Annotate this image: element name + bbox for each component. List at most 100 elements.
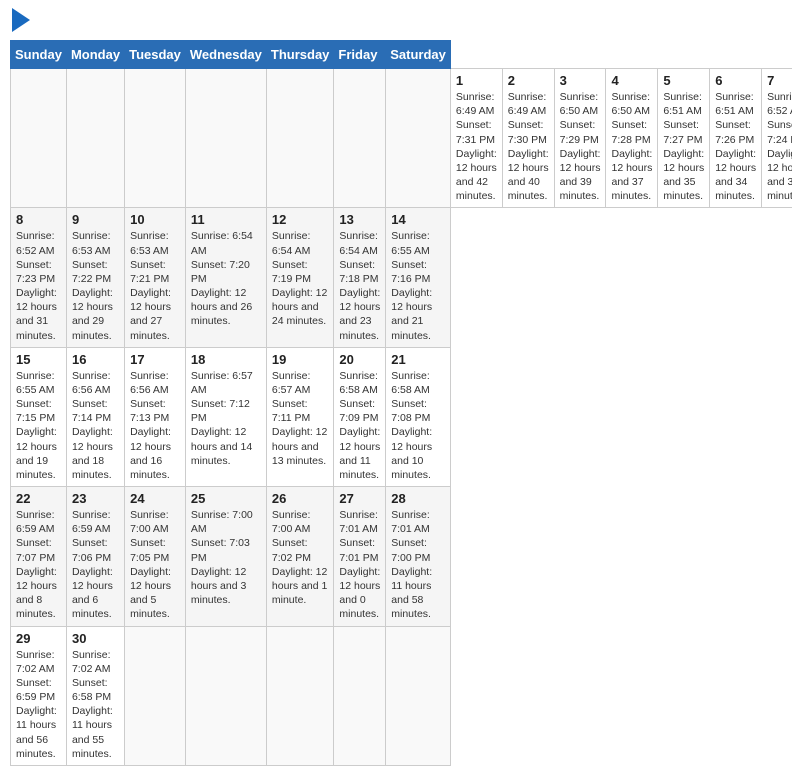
day-number: 10: [130, 212, 180, 227]
calendar-cell: [266, 69, 334, 208]
day-number: 12: [272, 212, 329, 227]
day-info: Sunrise: 6:50 AM Sunset: 7:28 PM Dayligh…: [611, 90, 652, 203]
day-number: 17: [130, 352, 180, 367]
day-info: Sunrise: 7:00 AM Sunset: 7:05 PM Dayligh…: [130, 508, 180, 621]
day-info: Sunrise: 7:02 AM Sunset: 6:59 PM Dayligh…: [16, 648, 61, 761]
day-info: Sunrise: 6:49 AM Sunset: 7:30 PM Dayligh…: [508, 90, 549, 203]
calendar-cell: 24 Sunrise: 7:00 AM Sunset: 7:05 PM Dayl…: [125, 487, 186, 626]
day-number: 26: [272, 491, 329, 506]
day-number: 9: [72, 212, 119, 227]
calendar-cell: [334, 626, 386, 765]
calendar-cell: 22 Sunrise: 6:59 AM Sunset: 7:07 PM Dayl…: [11, 487, 67, 626]
day-number: 7: [767, 73, 792, 88]
week-row-3: 15 Sunrise: 6:55 AM Sunset: 7:15 PM Dayl…: [11, 347, 792, 486]
day-number: 8: [16, 212, 61, 227]
day-number: 2: [508, 73, 549, 88]
calendar-cell: 25 Sunrise: 7:00 AM Sunset: 7:03 PM Dayl…: [185, 487, 266, 626]
day-info: Sunrise: 6:53 AM Sunset: 7:22 PM Dayligh…: [72, 229, 119, 342]
day-info: Sunrise: 7:01 AM Sunset: 7:00 PM Dayligh…: [391, 508, 445, 621]
col-header-tuesday: Tuesday: [125, 41, 186, 69]
day-info: Sunrise: 6:56 AM Sunset: 7:13 PM Dayligh…: [130, 369, 180, 482]
calendar-cell: 21 Sunrise: 6:58 AM Sunset: 7:08 PM Dayl…: [386, 347, 451, 486]
week-row-4: 22 Sunrise: 6:59 AM Sunset: 7:07 PM Dayl…: [11, 487, 792, 626]
day-number: 30: [72, 631, 119, 646]
page-header: [10, 10, 782, 32]
col-header-sunday: Sunday: [11, 41, 67, 69]
day-number: 11: [191, 212, 261, 227]
day-number: 24: [130, 491, 180, 506]
calendar-cell: 16 Sunrise: 6:56 AM Sunset: 7:14 PM Dayl…: [66, 347, 124, 486]
day-info: Sunrise: 6:56 AM Sunset: 7:14 PM Dayligh…: [72, 369, 119, 482]
col-header-monday: Monday: [66, 41, 124, 69]
col-header-saturday: Saturday: [386, 41, 451, 69]
day-info: Sunrise: 6:59 AM Sunset: 7:07 PM Dayligh…: [16, 508, 61, 621]
day-info: Sunrise: 6:50 AM Sunset: 7:29 PM Dayligh…: [560, 90, 601, 203]
day-info: Sunrise: 6:55 AM Sunset: 7:15 PM Dayligh…: [16, 369, 61, 482]
col-header-friday: Friday: [334, 41, 386, 69]
day-info: Sunrise: 6:53 AM Sunset: 7:21 PM Dayligh…: [130, 229, 180, 342]
calendar-cell: 4 Sunrise: 6:50 AM Sunset: 7:28 PM Dayli…: [606, 69, 658, 208]
calendar-cell: 30 Sunrise: 7:02 AM Sunset: 6:58 PM Dayl…: [66, 626, 124, 765]
col-header-wednesday: Wednesday: [185, 41, 266, 69]
day-number: 21: [391, 352, 445, 367]
day-info: Sunrise: 6:51 AM Sunset: 7:26 PM Dayligh…: [715, 90, 756, 203]
day-number: 29: [16, 631, 61, 646]
day-number: 5: [663, 73, 704, 88]
calendar-cell: 7 Sunrise: 6:52 AM Sunset: 7:24 PM Dayli…: [762, 69, 792, 208]
day-info: Sunrise: 6:58 AM Sunset: 7:08 PM Dayligh…: [391, 369, 445, 482]
calendar-cell: 14 Sunrise: 6:55 AM Sunset: 7:16 PM Dayl…: [386, 208, 451, 347]
day-info: Sunrise: 6:52 AM Sunset: 7:23 PM Dayligh…: [16, 229, 61, 342]
day-info: Sunrise: 7:02 AM Sunset: 6:58 PM Dayligh…: [72, 648, 119, 761]
logo-arrow-icon: [12, 8, 30, 32]
day-info: Sunrise: 6:57 AM Sunset: 7:11 PM Dayligh…: [272, 369, 329, 468]
day-info: Sunrise: 6:54 AM Sunset: 7:18 PM Dayligh…: [339, 229, 380, 342]
day-number: 23: [72, 491, 119, 506]
day-number: 14: [391, 212, 445, 227]
day-number: 3: [560, 73, 601, 88]
calendar-cell: [66, 69, 124, 208]
day-number: 16: [72, 352, 119, 367]
calendar-cell: 27 Sunrise: 7:01 AM Sunset: 7:01 PM Dayl…: [334, 487, 386, 626]
week-row-5: 29 Sunrise: 7:02 AM Sunset: 6:59 PM Dayl…: [11, 626, 792, 765]
calendar-cell: 5 Sunrise: 6:51 AM Sunset: 7:27 PM Dayli…: [658, 69, 710, 208]
calendar-cell: 26 Sunrise: 7:00 AM Sunset: 7:02 PM Dayl…: [266, 487, 334, 626]
day-number: 6: [715, 73, 756, 88]
col-header-thursday: Thursday: [266, 41, 334, 69]
day-number: 18: [191, 352, 261, 367]
day-number: 25: [191, 491, 261, 506]
calendar-cell: 12 Sunrise: 6:54 AM Sunset: 7:19 PM Dayl…: [266, 208, 334, 347]
day-info: Sunrise: 6:49 AM Sunset: 7:31 PM Dayligh…: [456, 90, 497, 203]
day-info: Sunrise: 7:00 AM Sunset: 7:02 PM Dayligh…: [272, 508, 329, 607]
calendar-cell: 18 Sunrise: 6:57 AM Sunset: 7:12 PM Dayl…: [185, 347, 266, 486]
day-number: 20: [339, 352, 380, 367]
calendar-cell: [125, 69, 186, 208]
calendar-cell: 3 Sunrise: 6:50 AM Sunset: 7:29 PM Dayli…: [554, 69, 606, 208]
calendar-cell: 29 Sunrise: 7:02 AM Sunset: 6:59 PM Dayl…: [11, 626, 67, 765]
calendar-cell: 23 Sunrise: 6:59 AM Sunset: 7:06 PM Dayl…: [66, 487, 124, 626]
day-number: 28: [391, 491, 445, 506]
calendar-cell: 19 Sunrise: 6:57 AM Sunset: 7:11 PM Dayl…: [266, 347, 334, 486]
calendar-cell: [386, 626, 451, 765]
day-number: 13: [339, 212, 380, 227]
calendar-cell: 2 Sunrise: 6:49 AM Sunset: 7:30 PM Dayli…: [502, 69, 554, 208]
week-row-2: 8 Sunrise: 6:52 AM Sunset: 7:23 PM Dayli…: [11, 208, 792, 347]
day-info: Sunrise: 6:54 AM Sunset: 7:19 PM Dayligh…: [272, 229, 329, 328]
calendar-cell: 11 Sunrise: 6:54 AM Sunset: 7:20 PM Dayl…: [185, 208, 266, 347]
calendar-cell: [334, 69, 386, 208]
calendar-cell: [185, 69, 266, 208]
calendar-cell: [266, 626, 334, 765]
calendar-cell: 28 Sunrise: 7:01 AM Sunset: 7:00 PM Dayl…: [386, 487, 451, 626]
day-info: Sunrise: 6:57 AM Sunset: 7:12 PM Dayligh…: [191, 369, 261, 468]
day-info: Sunrise: 7:01 AM Sunset: 7:01 PM Dayligh…: [339, 508, 380, 621]
calendar-cell: 20 Sunrise: 6:58 AM Sunset: 7:09 PM Dayl…: [334, 347, 386, 486]
calendar-cell: 8 Sunrise: 6:52 AM Sunset: 7:23 PM Dayli…: [11, 208, 67, 347]
calendar-table: SundayMondayTuesdayWednesdayThursdayFrid…: [10, 40, 792, 766]
calendar-cell: 6 Sunrise: 6:51 AM Sunset: 7:26 PM Dayli…: [710, 69, 762, 208]
day-number: 22: [16, 491, 61, 506]
calendar-cell: 10 Sunrise: 6:53 AM Sunset: 7:21 PM Dayl…: [125, 208, 186, 347]
day-info: Sunrise: 6:51 AM Sunset: 7:27 PM Dayligh…: [663, 90, 704, 203]
day-number: 27: [339, 491, 380, 506]
calendar-cell: [11, 69, 67, 208]
calendar-cell: [386, 69, 451, 208]
day-info: Sunrise: 6:59 AM Sunset: 7:06 PM Dayligh…: [72, 508, 119, 621]
